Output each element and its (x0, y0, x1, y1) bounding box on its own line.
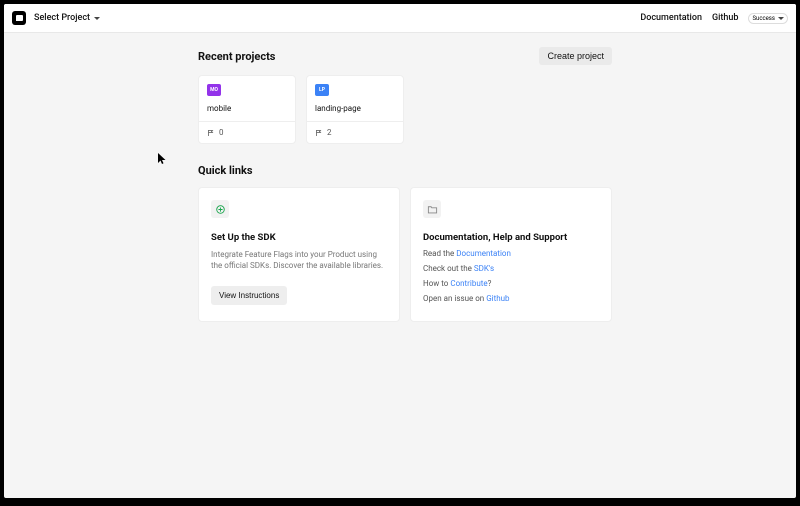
docs-line-1: Read the Documentation (423, 249, 599, 258)
target-plus-icon (215, 204, 226, 215)
project-card-stats: 0 (199, 121, 295, 143)
flag-count: 0 (219, 128, 224, 137)
flag-icon (16, 15, 23, 21)
quicklinks-row: Set Up the SDK Integrate Feature Flags i… (198, 187, 612, 322)
flag-icon (315, 129, 323, 137)
line-prefix: How to (423, 279, 450, 288)
topbar-left: Select Project (12, 11, 100, 25)
line-prefix: Open an issue on (423, 294, 486, 303)
chevron-down-icon (94, 17, 100, 20)
github-issue-link[interactable]: Github (486, 294, 509, 303)
project-badge: LP (315, 84, 329, 96)
project-badge: MO (207, 84, 221, 96)
docs-line-3: How to Contribute? (423, 279, 599, 288)
project-name: landing-page (315, 104, 395, 113)
recent-projects-header: Recent projects Create project (198, 47, 612, 65)
recent-projects-title: Recent projects (198, 50, 275, 63)
docs-title: Documentation, Help and Support (423, 232, 599, 243)
app-shell: Select Project Documentation Github Succ… (4, 4, 796, 498)
user-label: Success (752, 15, 775, 22)
projects-row: MO mobile 0 LP landing-page 2 (198, 75, 612, 144)
view-instructions-button[interactable]: View Instructions (211, 286, 287, 305)
nav-github[interactable]: Github (712, 13, 739, 23)
nav-documentation[interactable]: Documentation (640, 13, 702, 23)
quick-links-header: Quick links (198, 164, 612, 177)
chevron-down-icon (778, 17, 784, 20)
docs-card: Documentation, Help and Support Read the… (410, 187, 612, 322)
create-project-button[interactable]: Create project (539, 47, 612, 65)
project-card-stats: 2 (307, 121, 403, 143)
quick-links-title: Quick links (198, 164, 253, 177)
docs-line-2: Check out the SDK's (423, 264, 599, 273)
user-menu[interactable]: Success (748, 13, 788, 24)
topbar-right: Documentation Github Success (640, 13, 788, 24)
project-selector-label: Select Project (34, 13, 90, 23)
sdk-title: Set Up the SDK (211, 232, 387, 243)
project-card-landing-page[interactable]: LP landing-page 2 (306, 75, 404, 144)
sdk-description: Integrate Feature Flags into your Produc… (211, 249, 387, 271)
content-container: Recent projects Create project MO mobile… (198, 47, 612, 322)
sdks-link[interactable]: SDK's (474, 264, 494, 273)
project-selector[interactable]: Select Project (34, 13, 100, 23)
line-prefix: Read the (423, 249, 456, 258)
documentation-link[interactable]: Documentation (456, 249, 511, 258)
docs-icon-box (423, 200, 441, 218)
topbar: Select Project Documentation Github Succ… (4, 4, 796, 33)
flag-count: 2 (327, 128, 332, 137)
main-content: Recent projects Create project MO mobile… (4, 33, 796, 498)
project-card-mobile[interactable]: MO mobile 0 (198, 75, 296, 144)
project-name: mobile (207, 104, 287, 113)
sdk-icon-box (211, 200, 229, 218)
flag-icon (207, 129, 215, 137)
project-card-top: MO mobile (199, 76, 295, 121)
docs-line-4: Open an issue on Github (423, 294, 599, 303)
project-card-top: LP landing-page (307, 76, 403, 121)
app-logo[interactable] (12, 11, 26, 25)
line-suffix: ? (488, 279, 492, 288)
line-prefix: Check out the (423, 264, 474, 273)
contribute-link[interactable]: Contribute (450, 279, 487, 288)
folder-icon (427, 204, 438, 215)
sdk-card: Set Up the SDK Integrate Feature Flags i… (198, 187, 400, 322)
